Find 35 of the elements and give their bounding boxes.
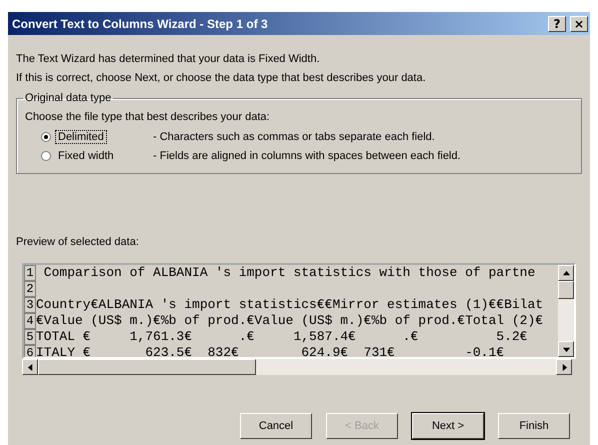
row-number: 3	[24, 297, 36, 313]
preview-row-text: ITALY € 623.5€ 832€ 624.9€ 731€ -0.1€	[36, 345, 504, 357]
preview-row-text: Comparison of ALBANIA 's import statistics with those of partne	[42, 265, 536, 281]
dialog-button[interactable]: Cancel	[240, 413, 312, 439]
radio-option[interactable]: Delimited	[41, 130, 153, 144]
scroll-thumb[interactable]	[558, 281, 574, 299]
up-arrow-icon	[562, 270, 570, 276]
radio-option[interactable]: Fixed width	[41, 148, 153, 162]
down-arrow-icon	[562, 346, 570, 352]
radio-button[interactable]	[41, 132, 51, 142]
dialog-button[interactable]: Finish	[498, 413, 570, 439]
dialog-button[interactable]: Next >	[412, 413, 484, 439]
preview-label: Preview of selected data:	[16, 235, 140, 250]
row-number: 4	[24, 313, 36, 329]
vertical-scrollbar[interactable]	[558, 265, 574, 357]
close-button[interactable]: ×	[570, 16, 588, 32]
group-title: Original data type	[24, 92, 112, 104]
row-number: 2	[24, 281, 36, 297]
option-description: - Characters such as commas or tabs separate each field.	[153, 130, 436, 142]
row-number: 5	[24, 329, 36, 345]
preview-row-text: Country€ALBANIA 's import statistics€€Mirror estimates (1)€€Bilat	[36, 297, 544, 313]
radio-button[interactable]	[41, 150, 51, 160]
row-number: 1	[24, 265, 36, 281]
scroll-thumb[interactable]	[38, 359, 256, 375]
right-arrow-icon	[560, 364, 568, 370]
instruction-text: The Text Wizard has determined that your data is Fixed Width.	[16, 52, 321, 67]
horizontal-scrollbar[interactable]	[22, 359, 572, 375]
window-title: Convert Text to Columns Wizard - Step 1 of 3	[12, 16, 268, 30]
help-button[interactable]: ?	[548, 16, 566, 32]
preview-row-text: €Value (US$ m.)€%b of prod.€Value (US$ m.)€%b of prod.€Total (2)€	[36, 313, 544, 329]
instruction-text: If this is correct, choose Next, or choose the data type that best describes your data.	[16, 71, 427, 86]
prompt-text: Choose the file type that best describes your data:	[25, 110, 271, 125]
left-arrow-icon	[26, 364, 34, 370]
option-description: - Fields are aligned in columns with spaces between each field.	[153, 150, 462, 162]
preview-row-text: TOTAL € 1,761.3€ .€ 1,587.4€ .€ 5.2€	[36, 329, 528, 345]
